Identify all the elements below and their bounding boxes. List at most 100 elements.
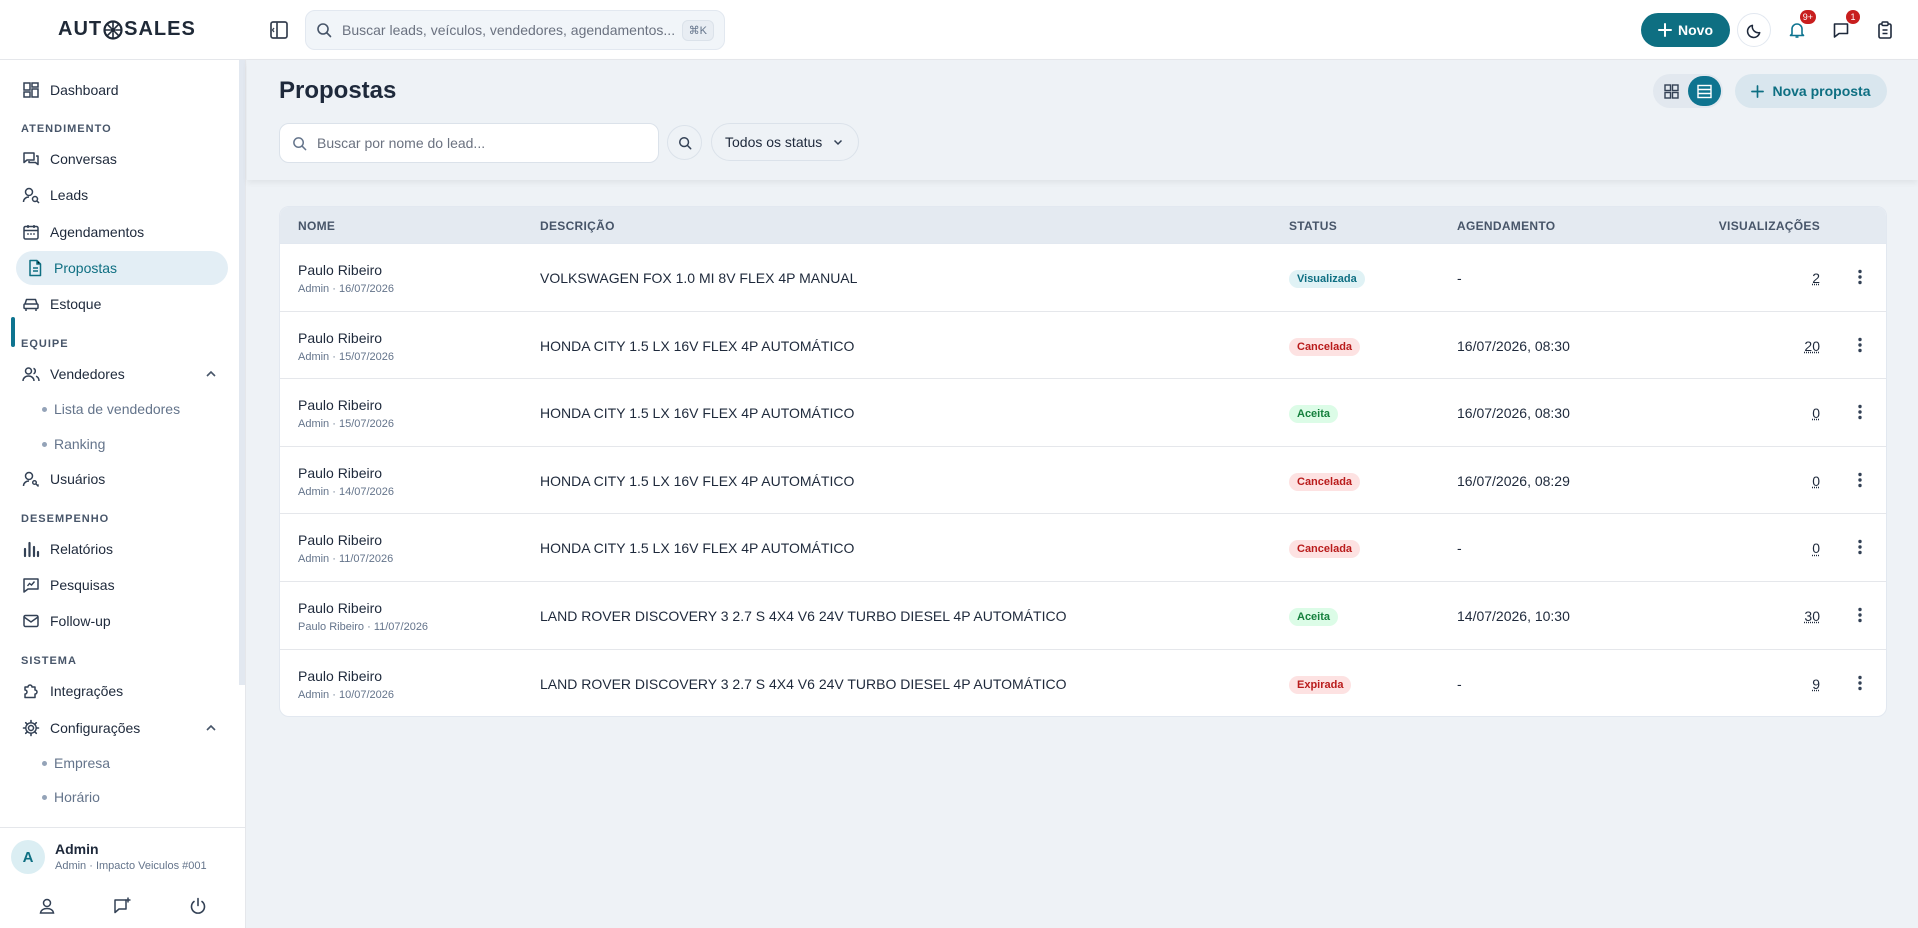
status-badge: Expirada bbox=[1289, 675, 1352, 694]
user-subtitle: Admin · Impacto Veiculos #001 bbox=[55, 860, 207, 872]
more-vertical-icon[interactable] bbox=[1850, 537, 1870, 557]
notifications-button[interactable]: 9+ bbox=[1780, 10, 1816, 47]
global-search-input[interactable] bbox=[342, 22, 682, 38]
sidebar-item-label: Pesquisas bbox=[50, 577, 115, 593]
proposal-meta: Admin · 11/07/2026 bbox=[298, 553, 394, 566]
search-submit-button[interactable] bbox=[667, 125, 702, 160]
avatar[interactable]: A bbox=[11, 840, 45, 874]
more-vertical-icon[interactable] bbox=[1850, 673, 1870, 693]
bullet bbox=[42, 794, 47, 800]
table-row[interactable]: Paulo Ribeiro Admin · 16/07/2026 VOLKSWAGE… bbox=[280, 244, 1886, 312]
views-count[interactable]: 9 bbox=[1812, 676, 1820, 692]
sidebar-item-relatorios[interactable]: Relatórios bbox=[12, 532, 228, 566]
feedback-icon[interactable] bbox=[112, 896, 132, 916]
sidebar-item-estoque[interactable]: Estoque bbox=[12, 287, 228, 321]
proposal-meta: Admin · 14/07/2026 bbox=[298, 485, 395, 498]
sidebar-item-conversas[interactable]: Conversas bbox=[12, 142, 228, 176]
sidebar-item-label: Dashboard bbox=[50, 82, 119, 98]
table-row[interactable]: Paulo Ribeiro Admin · 15/07/2026 HONDA CIT… bbox=[280, 312, 1886, 380]
appointment-value: 16/07/2026, 08:29 bbox=[1457, 472, 1570, 489]
proposals-table: NOME DESCRIÇÃO STATUS AGENDAMENTO VISUAL… bbox=[279, 206, 1887, 717]
sidebar-item-configuracoes[interactable]: Configurações bbox=[12, 711, 228, 745]
page-title: Propostas bbox=[279, 77, 397, 104]
more-vertical-icon[interactable] bbox=[1850, 470, 1870, 490]
notifications-badge: 9+ bbox=[1799, 10, 1816, 24]
status-filter-select[interactable]: Todos os status bbox=[711, 123, 859, 161]
col-nome[interactable]: NOME bbox=[298, 219, 335, 233]
more-vertical-icon[interactable] bbox=[1850, 605, 1870, 625]
car-icon bbox=[23, 298, 39, 311]
new-proposal-button[interactable]: Nova proposta bbox=[1735, 74, 1887, 108]
more-vertical-icon[interactable] bbox=[1850, 267, 1870, 287]
lead-name: Paulo Ribeiro bbox=[298, 397, 383, 414]
sidebar-item-dashboard[interactable]: Dashboard bbox=[12, 73, 228, 107]
power-icon[interactable] bbox=[188, 896, 208, 916]
status-badge: Aceita bbox=[1289, 607, 1339, 626]
sidebar-item-integracoes[interactable]: Integrações bbox=[12, 674, 228, 708]
table-row[interactable]: Paulo Ribeiro Admin · 14/07/2026 HONDA CIT… bbox=[280, 447, 1886, 515]
sidebar-subitem-lista-vendedores[interactable]: Lista de vendedores bbox=[42, 401, 180, 417]
sidebar-subitem-label: Lista de vendedores bbox=[54, 401, 181, 417]
sidebar-subitem-empresa[interactable]: Empresa bbox=[42, 755, 110, 771]
table-row[interactable]: Paulo Ribeiro Admin · 15/07/2026 HONDA CIT… bbox=[280, 379, 1886, 447]
col-agendamento[interactable]: AGENDAMENTO bbox=[1457, 219, 1555, 233]
section-equipe: EQUIPE bbox=[21, 338, 69, 350]
messages-badge: 1 bbox=[1846, 10, 1860, 24]
messages-button[interactable]: 1 bbox=[1824, 10, 1860, 47]
views-count[interactable]: 0 bbox=[1812, 540, 1820, 556]
active-indicator bbox=[11, 317, 15, 347]
global-search[interactable]: ⌘K bbox=[305, 10, 725, 50]
table-row[interactable]: Paulo Ribeiro Admin · 10/07/2026 LAND ROVE… bbox=[280, 650, 1886, 716]
sidebar-item-usuarios[interactable]: Usuários bbox=[12, 462, 228, 496]
sidebar-toggle-icon[interactable] bbox=[268, 19, 290, 41]
sidebar-item-pesquisas[interactable]: Pesquisas bbox=[12, 568, 228, 602]
views-count[interactable]: 0 bbox=[1812, 473, 1820, 489]
sidebar-item-propostas[interactable]: Propostas bbox=[16, 251, 228, 285]
new-button[interactable]: Novo bbox=[1641, 13, 1730, 47]
grid-view-button[interactable] bbox=[1655, 76, 1688, 106]
table-row[interactable]: Paulo Ribeiro Admin · 11/07/2026 HONDA CIT… bbox=[280, 514, 1886, 582]
sidebar-item-followup[interactable]: Follow-up bbox=[12, 604, 228, 638]
search-icon bbox=[317, 23, 332, 38]
more-vertical-icon[interactable] bbox=[1850, 402, 1870, 422]
more-vertical-icon[interactable] bbox=[1850, 335, 1870, 355]
sidebar-subitem-horario[interactable]: Horário bbox=[42, 789, 100, 805]
bullet bbox=[42, 406, 47, 412]
brand-logo[interactable]: AUT SALES bbox=[58, 18, 196, 41]
sidebar-scrollbar[interactable] bbox=[239, 60, 245, 685]
sidebar-item-label: Follow-up bbox=[50, 613, 111, 629]
clipboard-button[interactable] bbox=[1868, 13, 1902, 47]
theme-toggle-button[interactable] bbox=[1737, 13, 1771, 47]
list-view-button[interactable] bbox=[1688, 76, 1721, 106]
table-row[interactable]: Paulo Ribeiro Paulo Ribeiro · 11/07/2026 L… bbox=[280, 582, 1886, 650]
views-count[interactable]: 30 bbox=[1804, 608, 1820, 624]
sidebar-item-leads[interactable]: Leads bbox=[12, 178, 228, 212]
calendar-icon bbox=[23, 225, 39, 240]
col-descricao[interactable]: DESCRIÇÃO bbox=[540, 219, 615, 233]
sidebar-item-agendamentos[interactable]: Agendamentos bbox=[12, 215, 228, 249]
gear-icon bbox=[22, 719, 40, 737]
sidebar-subitem-ranking[interactable]: Ranking bbox=[42, 436, 105, 452]
puzzle-icon bbox=[24, 684, 38, 699]
vehicle-description: HONDA CITY 1.5 LX 16V FLEX 4P AUTOMÁTICO bbox=[540, 472, 855, 489]
col-visualizacoes[interactable]: VISUALIZAÇÕES bbox=[1719, 219, 1820, 233]
user-key-icon bbox=[22, 471, 39, 487]
profile-icon[interactable] bbox=[37, 896, 57, 916]
appointment-value: - bbox=[1457, 540, 1462, 557]
search-icon bbox=[293, 136, 307, 150]
views-count[interactable]: 20 bbox=[1804, 338, 1820, 354]
sidebar: Dashboard ATENDIMENTO Conversas Leads Ag… bbox=[0, 60, 246, 928]
section-desempenho: DESEMPENHO bbox=[21, 513, 110, 525]
chevron-up-icon bbox=[206, 724, 216, 731]
status-badge: Aceita bbox=[1289, 405, 1339, 424]
table-icon bbox=[1697, 84, 1712, 98]
views-count[interactable]: 0 bbox=[1812, 405, 1820, 421]
plus-icon bbox=[1658, 23, 1672, 37]
col-status[interactable]: STATUS bbox=[1289, 219, 1337, 233]
vehicle-description: HONDA CITY 1.5 LX 16V FLEX 4P AUTOMÁTICO bbox=[540, 540, 855, 557]
sidebar-item-vendedores[interactable]: Vendedores bbox=[12, 357, 228, 391]
proposal-meta: Paulo Ribeiro · 11/07/2026 bbox=[298, 620, 429, 633]
lead-search[interactable] bbox=[279, 123, 659, 163]
lead-search-input[interactable] bbox=[317, 135, 646, 151]
views-count[interactable]: 2 bbox=[1812, 270, 1820, 286]
